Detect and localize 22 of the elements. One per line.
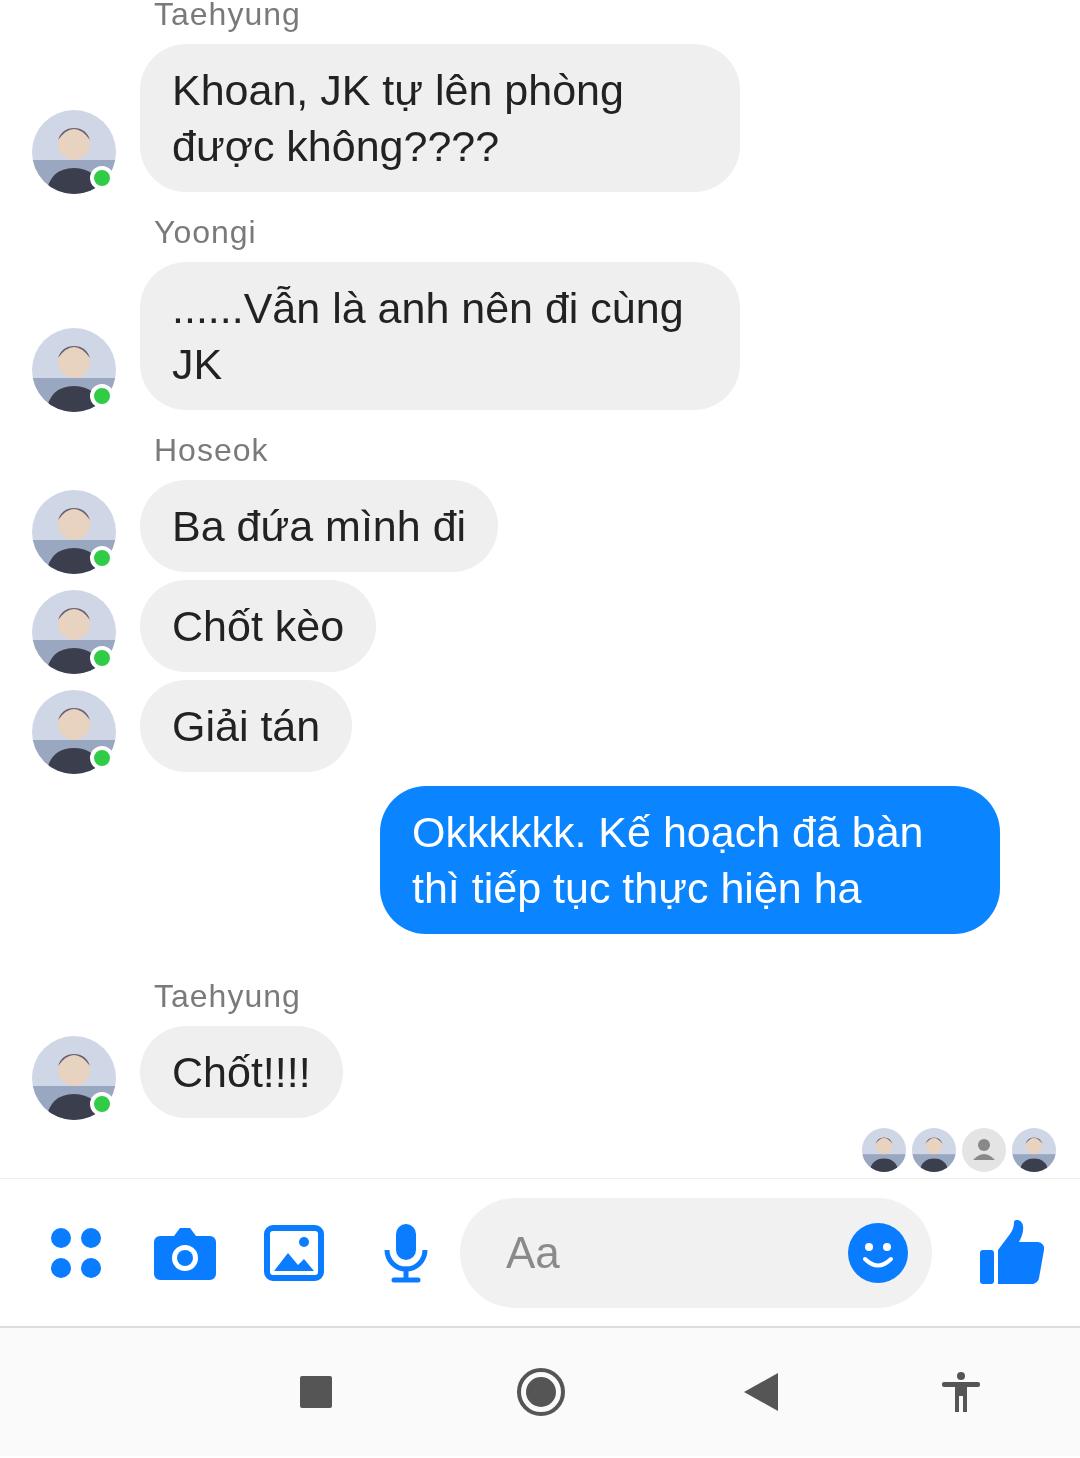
message-bubble: Chốt kèo (140, 580, 377, 672)
back-icon[interactable] (744, 1373, 778, 1411)
message-field[interactable]: Aa (460, 1197, 932, 1308)
microphone-icon[interactable] (382, 1221, 430, 1284)
home-icon[interactable] (516, 1367, 566, 1417)
apps-icon[interactable] (50, 1226, 102, 1279)
default-avatar-icon (962, 1128, 1006, 1172)
sender-name: Yoongi (154, 214, 258, 250)
thumbs-up-icon[interactable] (980, 1219, 1044, 1286)
sender-name: Taehyung (154, 0, 302, 32)
sender-name: Taehyung (154, 978, 302, 1014)
message-bubble: ......Vẫn là anh nên đi cùng JK (140, 262, 740, 410)
message-bubble: Chốt!!!! (140, 1026, 343, 1118)
message-bubble: Giải tán (140, 680, 353, 772)
emoji-icon[interactable] (848, 1222, 908, 1283)
message-bubble: Khoan, JK tự lên phòng được không???? (140, 44, 740, 192)
message-bubble: Ba đứa mình đi (140, 480, 499, 572)
accessibility-icon[interactable] (942, 1372, 980, 1412)
image-icon[interactable] (264, 1224, 324, 1281)
sender-name: Hoseok (154, 432, 270, 468)
camera-icon[interactable] (154, 1225, 216, 1280)
message-bubble: Okkkkkk. Kế hoạch đã bàn thì tiếp tục thực hiện ha (380, 786, 1000, 934)
